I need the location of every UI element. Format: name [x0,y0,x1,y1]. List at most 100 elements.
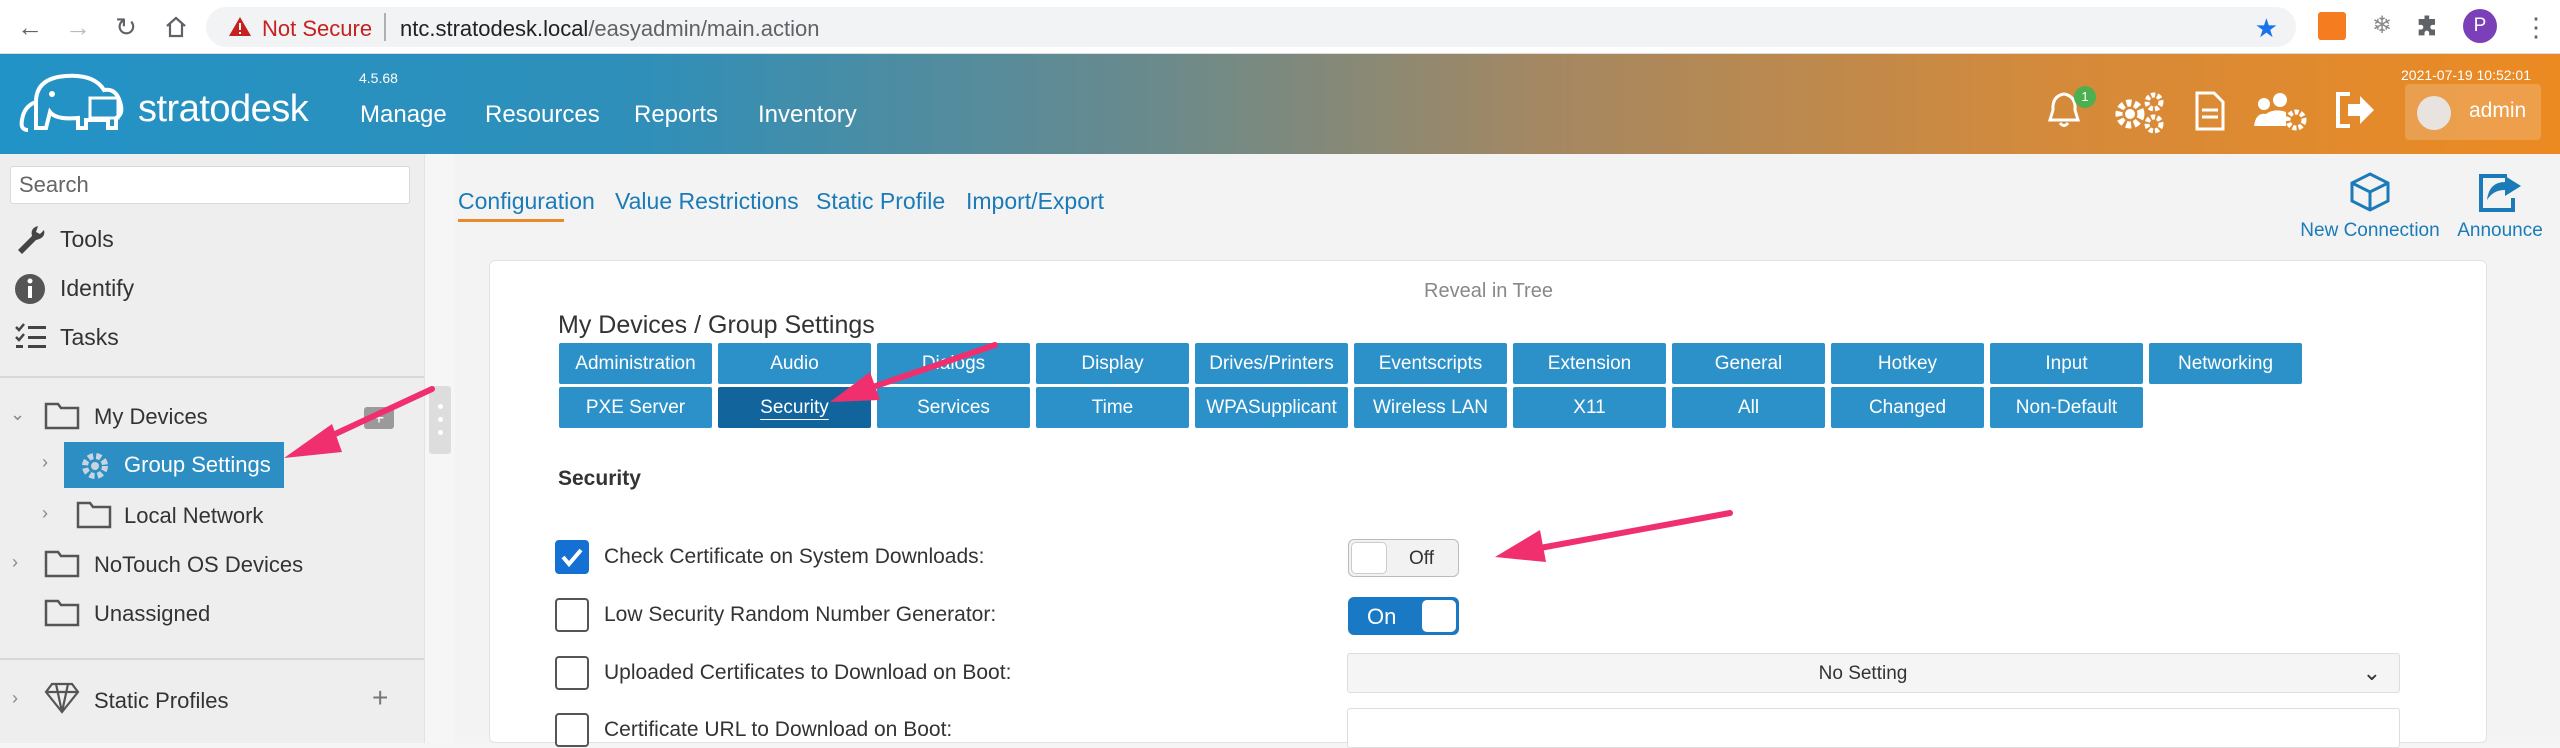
category-pxe-server[interactable]: PXE Server [559,387,712,428]
chevron-right-icon[interactable]: › [12,552,18,573]
share-icon [2479,174,2521,212]
browser-toolbar: ← → ↻ Not Secure ntc.stratodesk.local/ea… [0,0,2560,54]
nav-resources[interactable]: Resources [485,101,600,129]
low-security-checkbox[interactable] [555,598,589,632]
uploaded-certs-select[interactable]: No Setting ⌄ [1347,653,2400,693]
sidebar-item-label: Identify [60,275,135,301]
check-cert-label: Check Certificate on System Downloads: [604,545,985,568]
tab-static-profile[interactable]: Static Profile [816,188,945,215]
category-networking[interactable]: Networking [2149,343,2302,384]
category-label: Display [1081,352,1144,374]
user-name: admin [2469,99,2527,122]
bookmark-star-icon[interactable]: ★ [2255,13,2278,44]
back-icon[interactable]: ← [12,9,48,45]
chevron-right-icon[interactable]: › [12,688,18,709]
category-label: WPASupplicant [1206,396,1337,418]
search-input[interactable] [10,166,410,204]
category-x11[interactable]: X11 [1513,387,1666,428]
drag-handle-icon[interactable] [429,386,451,454]
tree-item-label: NoTouch OS Devices [94,552,304,577]
tree-item-unassigned[interactable]: Unassigned [12,593,352,633]
nav-manage[interactable]: Manage [360,101,447,129]
snowflake-extension-icon[interactable]: ❄ [2368,12,2396,40]
category-label: X11 [1573,396,1606,418]
category-drives-printers[interactable]: Drives/Printers [1195,343,1348,384]
category-eventscripts[interactable]: Eventscripts [1354,343,1507,384]
cert-url-checkbox[interactable] [555,713,589,747]
tab-configuration[interactable]: Configuration [458,188,595,215]
hubspot-extension-icon[interactable] [2318,12,2346,40]
category-display[interactable]: Display [1036,343,1189,384]
profile-avatar[interactable]: P [2463,9,2497,43]
add-profile-button[interactable]: + [372,682,388,714]
sidebar-divider [0,658,424,660]
settings-gears-icon[interactable] [2110,90,2166,134]
check-cert-checkbox[interactable] [555,540,589,574]
toggle-knob [1422,600,1456,632]
logout-icon[interactable] [2334,90,2378,130]
tree-item-my-devices[interactable]: ⌄ My Devices [10,396,350,436]
category-extension[interactable]: Extension [1513,343,1666,384]
url-host: ntc.stratodesk.local [400,16,589,41]
forward-icon[interactable]: → [60,9,96,45]
browser-menu-icon[interactable]: ⋮ [2518,9,2554,45]
tree-item-static-profiles[interactable]: › Static Profiles + [12,680,412,720]
tree-item-notouch-os-devices[interactable]: › NoTouch OS Devices [12,544,352,584]
uploaded-certs-label: Uploaded Certificates to Download on Boo… [604,661,1012,684]
sidebar-item-identify[interactable]: Identify [14,269,404,309]
tab-value-restrictions[interactable]: Value Restrictions [615,188,799,215]
section-title: Security [558,467,641,490]
puzzle-extensions-icon[interactable] [2414,12,2442,40]
warning-icon [229,17,251,36]
user-menu-button[interactable]: admin [2405,84,2541,140]
sidebar-item-tasks[interactable]: Tasks [14,318,404,358]
category-label: Dialogs [921,352,986,374]
category-non-default[interactable]: Non-Default [1990,387,2143,428]
uploaded-certs-checkbox[interactable] [555,656,589,690]
announce-button[interactable]: Announce [2445,154,2555,242]
new-connection-button[interactable]: New Connection [2295,154,2445,242]
category-administration[interactable]: Administration [559,343,712,384]
user-avatar-icon [2417,96,2451,130]
cube-icon [2350,172,2390,212]
low-security-label: Low Security Random Number Generator: [604,603,997,626]
category-hotkey[interactable]: Hotkey [1831,343,1984,384]
add-device-button[interactable]: + [364,407,394,429]
address-bar[interactable]: Not Secure ntc.stratodesk.local/easyadmi… [206,7,2296,47]
gear-icon [82,453,108,479]
folder-icon [76,501,112,529]
category-audio[interactable]: Audio [718,343,871,384]
category-security[interactable]: Security [718,387,871,428]
category-input[interactable]: Input [1990,343,2143,384]
chevron-right-icon[interactable]: › [42,452,48,473]
category-label: Changed [1868,396,1947,418]
tab-import-export[interactable]: Import/Export [966,188,1104,215]
category-wpasupplicant[interactable]: WPASupplicant [1195,387,1348,428]
category-dialogs[interactable]: Dialogs [877,343,1030,384]
category-label: Hotkey [1877,352,1938,374]
reload-icon[interactable]: ↻ [108,9,144,45]
reveal-in-tree-link[interactable]: Reveal in Tree [1424,280,1553,303]
category-general[interactable]: General [1672,343,1825,384]
chevron-right-icon[interactable]: › [42,503,48,524]
category-wireless-lan[interactable]: Wireless LAN [1354,387,1507,428]
stratodesk-elephant-logo-icon[interactable] [16,68,132,138]
tree-item-local-network[interactable]: › Local Network [42,495,382,535]
nav-reports[interactable]: Reports [634,101,718,129]
users-gear-icon[interactable] [2252,90,2308,134]
category-changed[interactable]: Changed [1831,387,1984,428]
category-services[interactable]: Services [877,387,1030,428]
nav-inventory[interactable]: Inventory [758,101,857,129]
chevron-down-icon[interactable]: ⌄ [10,404,25,425]
check-cert-toggle[interactable]: Off [1348,539,1459,577]
category-label: General [1714,352,1783,374]
category-all[interactable]: All [1672,387,1825,428]
tree-item-group-settings[interactable]: Group Settings [64,442,284,488]
sidebar-resize-handle[interactable] [424,154,454,743]
document-icon[interactable] [2194,90,2226,132]
sidebar-item-tools[interactable]: Tools [14,220,404,260]
low-security-toggle[interactable]: On [1348,597,1459,635]
home-icon[interactable] [158,9,194,45]
category-time[interactable]: Time [1036,387,1189,428]
cert-url-input[interactable] [1347,708,2400,748]
